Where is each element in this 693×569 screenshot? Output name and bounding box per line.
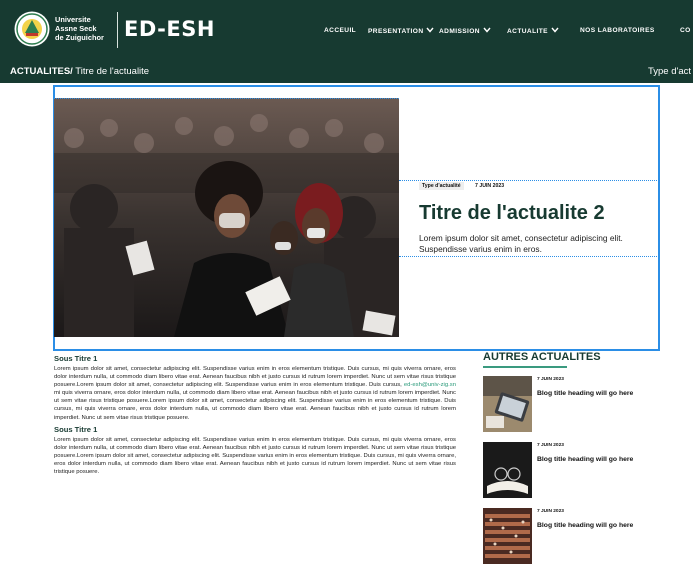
section-paragraph: Lorem ipsum dolor sit amet, consectetur … xyxy=(54,436,456,476)
news-card-date: 7 JUIN 2023 xyxy=(537,377,564,382)
nav-label: NOS LABORATOIRES xyxy=(580,27,655,34)
news-type-badge: Type d'actualité xyxy=(419,182,464,190)
news-title: Titre de l'actualite 2 xyxy=(419,202,605,224)
university-name-line-2: Assne Seck xyxy=(55,24,97,33)
nav-label: ADMISSION xyxy=(439,28,480,35)
chevron-down-icon xyxy=(426,27,435,35)
selection-guide-line xyxy=(399,256,659,257)
heading-underline xyxy=(483,366,567,368)
news-card[interactable]: 7 JUIN 2023 Blog title heading will go h… xyxy=(483,442,683,498)
nav-label: ACTUALITE xyxy=(507,28,548,35)
nav-item-admission[interactable]: ADMISSION xyxy=(439,27,491,37)
nav-item-presentation[interactable]: PRESENTATION xyxy=(368,27,435,37)
other-news-heading: AUTRES ACTUALITES xyxy=(483,351,601,363)
news-date: 7 JUIN 2023 xyxy=(475,183,505,189)
nav-label: CO xyxy=(680,27,691,34)
news-card[interactable]: 7 JUIN 2023 Blog title heading will go h… xyxy=(483,508,683,564)
paragraph-text: mi quis viverra ornare, eros dolor inter… xyxy=(54,390,456,421)
section-subtitle: Sous Titre 1 xyxy=(54,354,98,363)
breadcrumb-bar: ACTUALITES/ Titre de l'actualite Type d'… xyxy=(0,60,693,83)
news-card-title[interactable]: Blog title heading will go here xyxy=(537,390,633,397)
news-card-date: 7 JUIN 2023 xyxy=(537,443,564,448)
news-type-filter[interactable]: Type d'act xyxy=(648,66,691,77)
news-summary: Lorem ipsum dolor sit amet, consectetur … xyxy=(419,233,623,254)
university-name-line-3: de Zuiguichor xyxy=(55,33,104,42)
nav-item-contact[interactable]: CO xyxy=(680,27,691,37)
chevron-down-icon xyxy=(551,27,559,35)
laptop-desk-thumbnail xyxy=(483,376,532,432)
nav-item-nos-laboratoires[interactable]: NOS LABORATOIRES xyxy=(580,27,655,37)
brand-divider xyxy=(117,12,118,48)
selection-guide-line xyxy=(399,180,659,181)
auditorium-thumbnail xyxy=(483,508,532,564)
university-name: Universite Assne Seck de Zuiguichor xyxy=(55,15,104,42)
news-card[interactable]: 7 JUIN 2023 Blog title heading will go h… xyxy=(483,376,683,432)
news-card-date: 7 JUIN 2023 xyxy=(537,509,564,514)
nav-item-actualite[interactable]: ACTUALITE xyxy=(507,27,559,37)
section-paragraph: Lorem ipsum dolor sit amet, consectetur … xyxy=(54,365,456,422)
nav-label: PRESENTATION xyxy=(368,28,424,35)
glasses-book-thumbnail xyxy=(483,442,532,498)
university-name-line-1: Universite xyxy=(55,15,91,24)
chevron-down-icon xyxy=(483,27,491,35)
paragraph-text: Lorem ipsum dolor sit amet, consectetur … xyxy=(54,366,456,389)
news-card-title[interactable]: Blog title heading will go here xyxy=(537,456,633,463)
article-body: Sous Titre 1 Lorem ipsum dolor sit amet,… xyxy=(54,354,456,479)
nav-item-acceuil[interactable]: ACCEUIL xyxy=(324,27,356,37)
hero-crowd-photo xyxy=(54,98,399,337)
selection-guide-line xyxy=(54,98,399,99)
news-card-title[interactable]: Blog title heading will go here xyxy=(537,522,633,529)
brand-logo[interactable]: ED-ESH xyxy=(124,17,215,41)
breadcrumb-current-page: Titre de l'actualite xyxy=(72,66,150,77)
top-header: Universite Assne Seck de Zuiguichor ED-E… xyxy=(0,0,693,60)
email-link[interactable]: ed-esh@univ-zig.sn xyxy=(404,382,456,388)
section-subtitle: Sous Titre 1 xyxy=(54,424,98,434)
university-seal-logo[interactable] xyxy=(14,11,50,47)
breadcrumb: ACTUALITES/ Titre de l'actualite xyxy=(10,66,149,77)
breadcrumb-section-link[interactable]: ACTUALITES/ xyxy=(10,66,73,77)
nav-label: ACCEUIL xyxy=(324,27,357,34)
